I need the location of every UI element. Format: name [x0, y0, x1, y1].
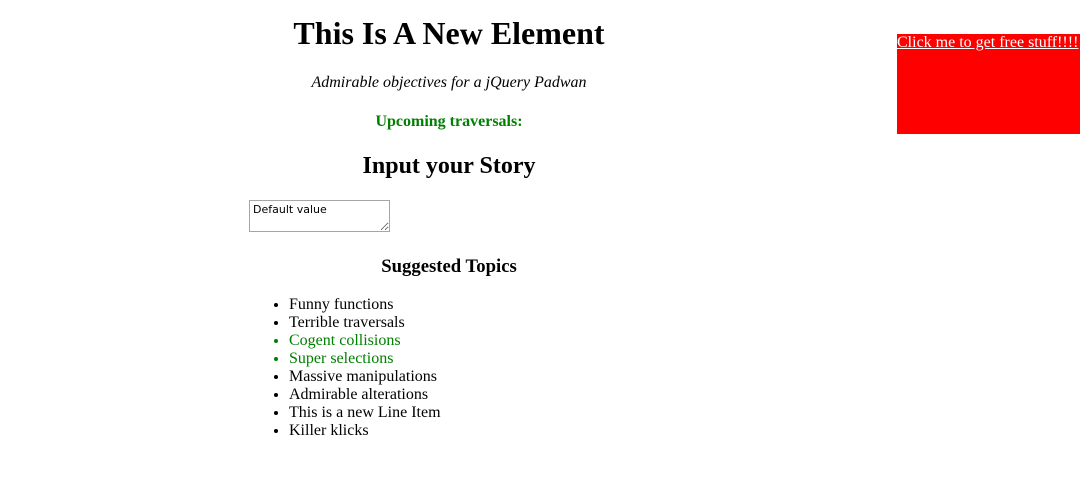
story-textarea[interactable]: Default value [249, 200, 390, 232]
page: This Is A New Element Admirable objectiv… [0, 0, 1089, 481]
topic-item: Admirable alterations [289, 386, 441, 404]
free-stuff-link[interactable]: Click me to get free stuff!!!! [897, 34, 1078, 51]
topic-item: Terrible traversals [289, 314, 441, 332]
page-title: This Is A New Element [293, 15, 605, 51]
suggested-topics-heading: Suggested Topics [381, 256, 517, 277]
topic-item: Super selections [289, 350, 441, 368]
topic-item: This is a new Line Item [289, 404, 441, 422]
suggested-topics-list: Funny functions Terrible traversals Coge… [249, 296, 441, 440]
topic-item: Massive manipulations [289, 368, 441, 386]
page-subtitle: Admirable objectives for a jQuery Padwan [311, 74, 587, 91]
topic-item: Killer klicks [289, 422, 441, 440]
free-stuff-box[interactable]: Click me to get free stuff!!!! [897, 34, 1080, 134]
topic-item: Funny functions [289, 296, 441, 314]
topic-item: Cogent collisions [289, 332, 441, 350]
story-heading: Input your Story [362, 153, 536, 179]
upcoming-traversals-heading: Upcoming traversals: [375, 113, 523, 130]
